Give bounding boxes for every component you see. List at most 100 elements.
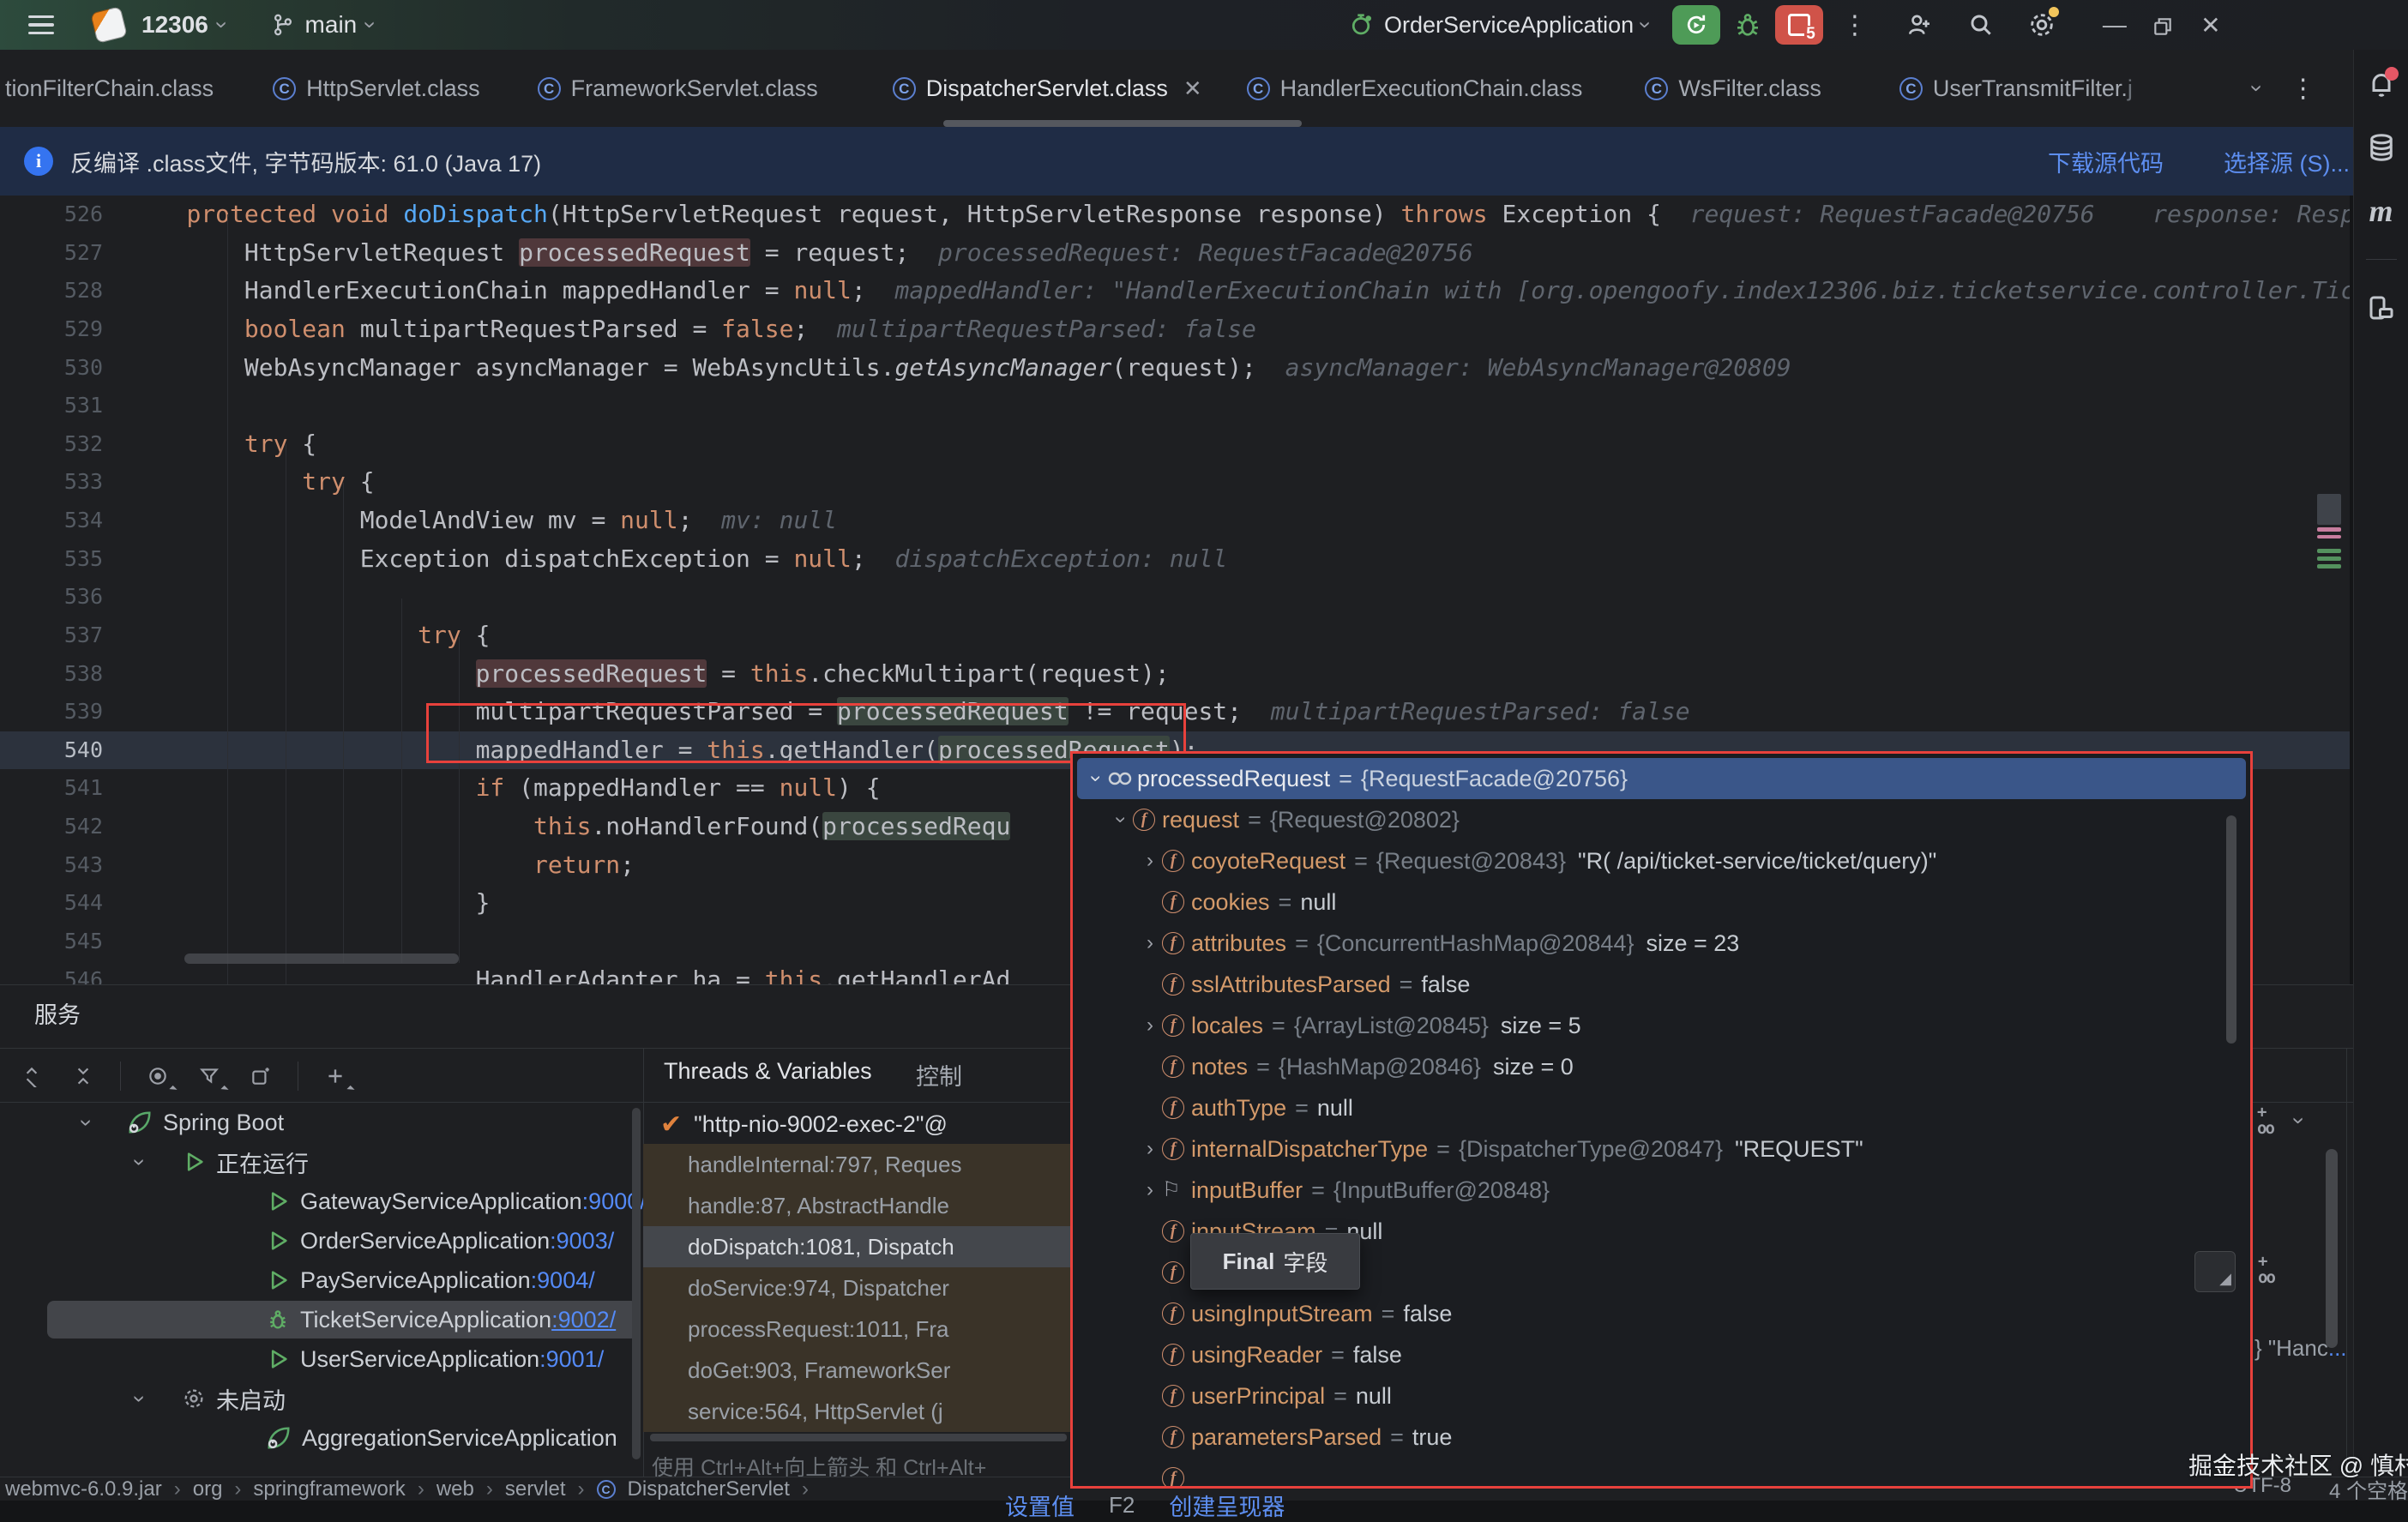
line-number[interactable]: 540: [0, 731, 129, 770]
panel-chevron-icon[interactable]: ›: [2288, 1117, 2310, 1125]
service-port-link[interactable]: :9002/: [551, 1307, 616, 1333]
tab-usertransmitfilter-[interactable]: CUserTransmitFilter.j: [1877, 50, 2155, 127]
frames-scrollbar[interactable]: [650, 1434, 1067, 1441]
maven-icon[interactable]: m: [2369, 196, 2393, 226]
stack-frame[interactable]: doDispatch:1081, Dispatch: [643, 1226, 1070, 1267]
line-number[interactable]: 541: [0, 769, 129, 808]
view-link[interactable]: ...视图: [2328, 1335, 2345, 1361]
service-orderserviceapplication[interactable]: OrderServiceApplication :9003/: [0, 1221, 643, 1260]
tab-dispatcherservlet-class[interactable]: CDispatcherServlet.class✕: [870, 50, 1225, 127]
create-renderer-link[interactable]: 创建呈现器: [1169, 1489, 1285, 1522]
line-number[interactable]: 526: [0, 196, 129, 234]
breadcrumb-item[interactable]: DispatcherServlet: [628, 1477, 790, 1501]
variable-row-cookies[interactable]: fcookies=null: [1073, 881, 2250, 923]
tree-chevron-icon[interactable]: ›: [127, 1151, 154, 1173]
window-minimize-button[interactable]: —: [2091, 11, 2139, 39]
variable-row-processedRequest[interactable]: ›processedRequest={RequestFacade@20756}: [1077, 758, 2246, 799]
variable-row-userPrincipal[interactable]: fuserPrincipal=null: [1073, 1375, 2250, 1417]
variable-row-usingReader[interactable]: fusingReader=false: [1073, 1334, 2250, 1375]
service-ticketserviceapplication[interactable]: TicketServiceApplication :9002/: [0, 1300, 643, 1339]
variable-row[interactable]: f: [1073, 1458, 2250, 1489]
stack-frame[interactable]: handle:87, AbstractHandle: [643, 1185, 1070, 1226]
stack-frame[interactable]: doGet:903, FrameworkSer: [643, 1350, 1070, 1391]
line-number[interactable]: 534: [0, 502, 129, 540]
variable-row-notes[interactable]: fnotes={HashMap@20846}size = 0: [1073, 1046, 2250, 1087]
stop-button[interactable]: 5: [1775, 5, 1823, 45]
tab-scrollbar[interactable]: [943, 120, 1302, 127]
debug-button[interactable]: [1727, 5, 1768, 45]
project-chevron-icon[interactable]: ›: [211, 21, 233, 29]
line-number[interactable]: 535: [0, 540, 129, 579]
settings-gear-icon[interactable]: [2027, 10, 2056, 39]
service-aggregationserviceapplication[interactable]: AggregationServiceApplication: [0, 1418, 643, 1458]
tab-list-chevron-icon[interactable]: ›: [2246, 85, 2268, 93]
service-payserviceapplication[interactable]: PayServiceApplication :9004/: [0, 1260, 643, 1300]
service-port-link[interactable]: :9001/: [539, 1346, 604, 1373]
project-name[interactable]: 12306: [141, 11, 208, 39]
tree-chevron-icon[interactable]: ›: [127, 1387, 154, 1410]
open-in-new-tab-icon[interactable]: [241, 1056, 280, 1096]
service-gatewayserviceapplication[interactable]: GatewayServiceApplication :9000/: [0, 1182, 643, 1221]
line-number[interactable]: 527: [0, 234, 129, 273]
service-spring-boot[interactable]: ›Spring Boot: [0, 1103, 643, 1142]
line-number[interactable]: 530: [0, 349, 129, 388]
service-port-link[interactable]: :9004/: [531, 1267, 595, 1294]
rerun-button[interactable]: [1672, 5, 1720, 45]
line-number[interactable]: 542: [0, 808, 129, 846]
chevron-down-icon[interactable]: ›: [1109, 808, 1133, 832]
breadcrumb-item[interactable]: servlet: [505, 1477, 566, 1501]
breadcrumb-item[interactable]: web: [436, 1477, 474, 1501]
tab-tionfilterchain-class[interactable]: tionFilterChain.class: [0, 50, 236, 127]
tab-handlerexecutionchain-class[interactable]: CHandlerExecutionChain.class: [1225, 50, 1605, 127]
add-watch-icon[interactable]: +oo: [2257, 1104, 2273, 1137]
stack-frame[interactable]: processRequest:1011, Fra: [643, 1308, 1070, 1350]
database-icon[interactable]: [2366, 132, 2397, 163]
thread-selector[interactable]: ✔ "http-nio-9002-exec-2"@: [648, 1104, 1070, 1144]
editor-horizontal-scrollbar[interactable]: [184, 954, 459, 964]
run-config-chevron-icon[interactable]: ›: [1634, 21, 1657, 29]
line-number[interactable]: 545: [0, 923, 129, 961]
error-stripe-thumb[interactable]: [2317, 494, 2341, 525]
download-sources-link[interactable]: 下载源代码: [2048, 145, 2164, 178]
service--[interactable]: ›正在运行: [0, 1142, 643, 1182]
variable-row-inputBuffer[interactable]: ›⚐inputBuffer={InputBuffer@20848}: [1073, 1170, 2250, 1211]
stack-frame[interactable]: handleInternal:797, Reques: [643, 1144, 1070, 1185]
tab-wsfilter-class[interactable]: CWsFilter.class: [1622, 50, 1844, 127]
line-number[interactable]: 529: [0, 310, 129, 349]
tab-options-icon[interactable]: ⋮: [2291, 74, 2316, 104]
more-actions-icon[interactable]: ⋮: [1842, 10, 1868, 40]
add-watch-icon[interactable]: +oo: [2258, 1254, 2274, 1286]
line-number[interactable]: 544: [0, 884, 129, 923]
add-service-icon[interactable]: [316, 1056, 355, 1096]
notifications-bell-icon[interactable]: [2366, 69, 2397, 99]
line-number[interactable]: 539: [0, 693, 129, 731]
set-value-link[interactable]: 设置值: [1005, 1489, 1075, 1522]
variable-row-usingInputStream[interactable]: fusingInputStream=false: [1073, 1293, 2250, 1334]
chevron-down-icon[interactable]: ›: [1084, 767, 1108, 791]
line-number[interactable]: 538: [0, 655, 129, 694]
variable-row-request[interactable]: ›frequest={Request@20802}: [1073, 799, 2250, 840]
choose-sources-link[interactable]: 选择源 (S)...: [2224, 145, 2350, 178]
breadcrumb-item[interactable]: org: [193, 1477, 223, 1501]
variable-row-coyoteRequest[interactable]: ›fcoyoteRequest={Request@20843}"R( /api/…: [1073, 840, 2250, 881]
tab-frameworkservlet-class[interactable]: CFrameworkServlet.class: [515, 50, 840, 127]
variable-row-authType[interactable]: fauthType=null: [1073, 1087, 2250, 1128]
tree-chevron-icon[interactable]: ›: [74, 1111, 100, 1134]
filter-icon[interactable]: [190, 1056, 229, 1096]
collapse-all-icon[interactable]: [63, 1056, 103, 1096]
variable-row-attributes[interactable]: ›fattributes={ConcurrentHashMap@20844}si…: [1073, 923, 2250, 964]
search-icon[interactable]: [1967, 11, 1995, 39]
chevron-right-icon[interactable]: ›: [1138, 849, 1162, 873]
tab-threads-variables[interactable]: Threads & Variables: [664, 1058, 872, 1085]
expand-all-icon[interactable]: [12, 1056, 51, 1096]
service-port-link[interactable]: :9003/: [550, 1228, 614, 1254]
breadcrumb-item[interactable]: webmvc-6.0.9.jar: [5, 1477, 162, 1501]
variable-row-parametersParsed[interactable]: fparametersParsed=true: [1073, 1417, 2250, 1458]
chevron-right-icon[interactable]: ›: [1138, 1014, 1162, 1038]
line-number[interactable]: 543: [0, 846, 129, 885]
breadcrumb[interactable]: webmvc-6.0.9.jar›org›springframework›web…: [5, 1477, 809, 1501]
main-menu-icon[interactable]: [28, 10, 54, 40]
add-user-icon[interactable]: [1905, 11, 1933, 39]
chevron-right-icon[interactable]: ›: [1138, 1178, 1162, 1202]
window-restore-button[interactable]: [2139, 11, 2187, 39]
